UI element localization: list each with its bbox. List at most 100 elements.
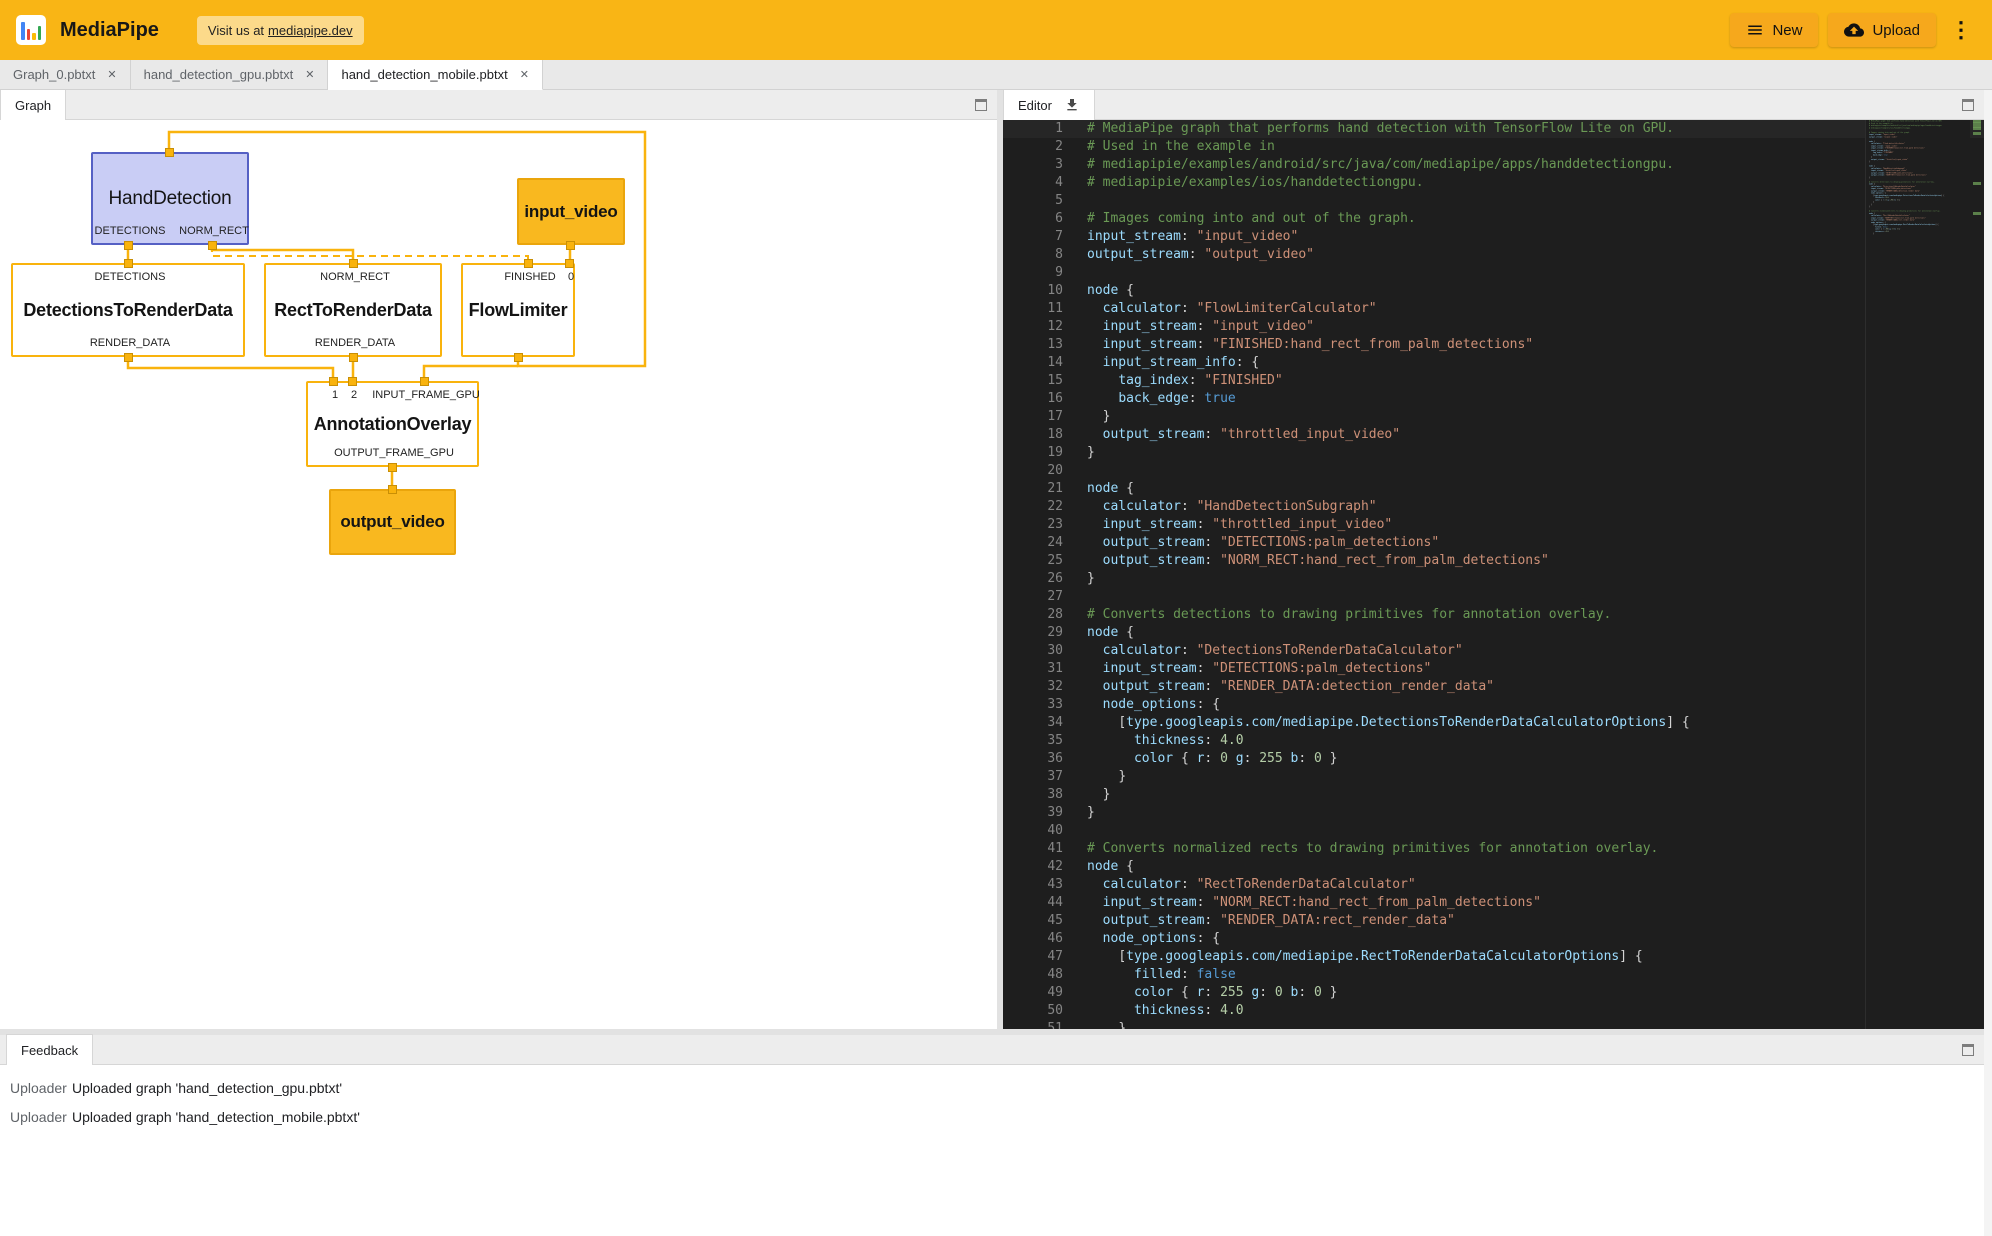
editor-line[interactable]: 51 } bbox=[1003, 1020, 1984, 1029]
editor-line[interactable]: 19} bbox=[1003, 444, 1984, 462]
editor-minimap[interactable]: 1# MediaPipe graph that performs hand de… bbox=[1865, 120, 1970, 1029]
code-text: node_options: { bbox=[1063, 930, 1220, 948]
line-number: 15 bbox=[1003, 372, 1063, 390]
upload-button[interactable]: Upload bbox=[1828, 13, 1936, 47]
editor-line[interactable]: 6# Images coming into and out of the gra… bbox=[1003, 210, 1984, 228]
graph-node-HandDetection[interactable]: HandDetectionDETECTIONSNORM_RECT bbox=[91, 152, 249, 245]
graph-canvas[interactable]: HandDetectionDETECTIONSNORM_RECT input_vi… bbox=[0, 120, 997, 1029]
editor-line[interactable]: 39} bbox=[1003, 804, 1984, 822]
code-text: color { r: 255 g: 0 b: 0 } bbox=[1063, 984, 1338, 1002]
port-label: NORM_RECT bbox=[320, 271, 390, 283]
editor-line[interactable]: 10node { bbox=[1003, 282, 1984, 300]
editor-line[interactable]: 14 input_stream_info: { bbox=[1003, 354, 1984, 372]
port-label: 2 bbox=[351, 389, 357, 401]
line-number: 42 bbox=[1003, 858, 1063, 876]
graph-node-DetectionsToRenderData[interactable]: DetectionsToRenderDataDETECTIONSRENDER_D… bbox=[11, 263, 245, 357]
mediapipe-dev-link[interactable]: mediapipe.dev bbox=[268, 23, 353, 38]
editor-scrollbar[interactable] bbox=[1970, 120, 1984, 1029]
code-editor[interactable]: 1# MediaPipe graph that performs hand de… bbox=[1003, 120, 1984, 1029]
editor-line[interactable]: 25 output_stream: "NORM_RECT:hand_rect_f… bbox=[1003, 552, 1984, 570]
editor-line[interactable]: 2# Used in the example in bbox=[1003, 138, 1984, 156]
editor-line[interactable]: 40 bbox=[1003, 822, 1984, 840]
editor-line[interactable]: 33 node_options: { bbox=[1003, 696, 1984, 714]
editor-line[interactable]: 9 bbox=[1003, 264, 1984, 282]
tab-feedback[interactable]: Feedback bbox=[6, 1034, 93, 1065]
editor-line[interactable]: 18 output_stream: "throttled_input_video… bbox=[1003, 426, 1984, 444]
editor-line[interactable]: 20 bbox=[1003, 462, 1984, 480]
kebab-menu-icon[interactable]: ⋮ bbox=[1946, 19, 1976, 41]
node-title: HandDetection bbox=[108, 188, 231, 210]
editor-line[interactable]: 23 input_stream: "throttled_input_video" bbox=[1003, 516, 1984, 534]
editor-line[interactable]: 11 calculator: "FlowLimiterCalculator" bbox=[1003, 300, 1984, 318]
graph-node-AnnotationOverlay[interactable]: AnnotationOverlay12INPUT_FRAME_GPUOUTPUT… bbox=[306, 381, 479, 467]
new-button[interactable]: New bbox=[1730, 13, 1818, 47]
editor-line[interactable]: 26} bbox=[1003, 570, 1984, 588]
close-tab-icon[interactable]: ✕ bbox=[107, 68, 116, 81]
editor-line[interactable]: 47 [type.googleapis.com/mediapipe.RectTo… bbox=[1003, 948, 1984, 966]
editor-line[interactable]: 4# mediapipie/examples/ios/handdetection… bbox=[1003, 174, 1984, 192]
close-tab-icon[interactable]: ✕ bbox=[520, 68, 529, 81]
download-icon[interactable] bbox=[1064, 97, 1080, 113]
editor-line[interactable]: 30 calculator: "DetectionsToRenderDataCa… bbox=[1003, 642, 1984, 660]
graph-node-FlowLimiter[interactable]: FlowLimiterFINISHED0 bbox=[461, 263, 575, 357]
editor-line[interactable]: 7input_stream: "input_video" bbox=[1003, 228, 1984, 246]
editor-line[interactable]: 13 input_stream: "FINISHED:hand_rect_fro… bbox=[1003, 336, 1984, 354]
editor-line[interactable]: 17 } bbox=[1003, 408, 1984, 426]
editor-line[interactable]: 1# MediaPipe graph that performs hand de… bbox=[1003, 120, 1984, 138]
editor-line[interactable]: 37 } bbox=[1003, 768, 1984, 786]
app-title: MediaPipe bbox=[60, 19, 159, 42]
overview-ruler-mark bbox=[1973, 127, 1981, 130]
port-label: OUTPUT_FRAME_GPU bbox=[334, 447, 454, 459]
editor-line[interactable]: 3# mediapipie/examples/android/src/java/… bbox=[1003, 156, 1984, 174]
maximize-graph-panel-icon[interactable] bbox=[975, 99, 987, 111]
editor-line[interactable]: 31 input_stream: "DETECTIONS:palm_detect… bbox=[1003, 660, 1984, 678]
editor-line[interactable]: 49 color { r: 255 g: 0 b: 0 } bbox=[1003, 984, 1984, 1002]
editor-line[interactable]: 24 output_stream: "DETECTIONS:palm_detec… bbox=[1003, 534, 1984, 552]
editor-line[interactable]: 43 calculator: "RectToRenderDataCalculat… bbox=[1003, 876, 1984, 894]
code-text: output_stream: "NORM_RECT:hand_rect_from… bbox=[1063, 552, 1549, 570]
editor-line[interactable]: 21node { bbox=[1003, 480, 1984, 498]
editor-line[interactable]: 8output_stream: "output_video" bbox=[1003, 246, 1984, 264]
editor-line[interactable]: 34 [type.googleapis.com/mediapipe.Detect… bbox=[1003, 714, 1984, 732]
editor-line[interactable]: 12 input_stream: "input_video" bbox=[1003, 318, 1984, 336]
editor-line[interactable]: 48 filled: false bbox=[1003, 966, 1984, 984]
code-text: output_stream: "RENDER_DATA:detection_re… bbox=[1063, 678, 1494, 696]
editor-line[interactable]: 36 color { r: 0 g: 255 b: 0 } bbox=[1003, 750, 1984, 768]
line-number: 1 bbox=[1003, 120, 1063, 138]
editor-line[interactable]: 41# Converts normalized rects to drawing… bbox=[1003, 840, 1984, 858]
file-tab-Graph_0.pbtxt[interactable]: Graph_0.pbtxt✕ bbox=[0, 60, 131, 89]
maximize-feedback-panel-icon[interactable] bbox=[1962, 1044, 1974, 1056]
editor-line[interactable]: 22 calculator: "HandDetectionSubgraph" bbox=[1003, 498, 1984, 516]
editor-line[interactable]: 27 bbox=[1003, 588, 1984, 606]
line-number: 21 bbox=[1003, 480, 1063, 498]
editor-line[interactable]: 46 node_options: { bbox=[1003, 930, 1984, 948]
editor-line[interactable]: 44 input_stream: "NORM_RECT:hand_rect_fr… bbox=[1003, 894, 1984, 912]
close-tab-icon[interactable]: ✕ bbox=[305, 68, 314, 81]
graph-node-output_video[interactable]: output_video bbox=[329, 489, 456, 555]
editor-panel-strip: Editor bbox=[1003, 90, 1984, 120]
file-tab-hand_detection_mobile.pbtxt[interactable]: hand_detection_mobile.pbtxt✕ bbox=[328, 60, 542, 90]
editor-line[interactable]: 32 output_stream: "RENDER_DATA:detection… bbox=[1003, 678, 1984, 696]
line-number: 12 bbox=[1003, 318, 1063, 336]
code-text: input_stream: "throttled_input_video" bbox=[1063, 516, 1392, 534]
maximize-editor-panel-icon[interactable] bbox=[1962, 99, 1974, 111]
editor-line[interactable]: 28# Converts detections to drawing primi… bbox=[1003, 606, 1984, 624]
editor-line[interactable]: 15 tag_index: "FINISHED" bbox=[1003, 372, 1984, 390]
editor-line[interactable]: 16 back_edge: true bbox=[1003, 390, 1984, 408]
editor-line[interactable]: 38 } bbox=[1003, 786, 1984, 804]
editor-line[interactable]: 29node { bbox=[1003, 624, 1984, 642]
graph-node-input_video[interactable]: input_video bbox=[517, 178, 625, 245]
editor-line[interactable]: 51 } bbox=[1866, 233, 1970, 235]
code-text: } bbox=[1063, 1020, 1126, 1029]
graph-node-RectToRenderData[interactable]: RectToRenderDataNORM_RECTRENDER_DATA bbox=[264, 263, 442, 357]
editor-line[interactable]: 35 thickness: 4.0 bbox=[1003, 732, 1984, 750]
port-square bbox=[165, 148, 174, 157]
tab-graph[interactable]: Graph bbox=[0, 89, 66, 120]
editor-line[interactable]: 50 thickness: 4.0 bbox=[1003, 1002, 1984, 1020]
code-text: node { bbox=[1063, 858, 1134, 876]
editor-line[interactable]: 5 bbox=[1003, 192, 1984, 210]
editor-line[interactable]: 45 output_stream: "RENDER_DATA:rect_rend… bbox=[1003, 912, 1984, 930]
tab-editor[interactable]: Editor bbox=[1003, 89, 1095, 120]
editor-line[interactable]: 42node { bbox=[1003, 858, 1984, 876]
file-tab-hand_detection_gpu.pbtxt[interactable]: hand_detection_gpu.pbtxt✕ bbox=[131, 60, 329, 89]
